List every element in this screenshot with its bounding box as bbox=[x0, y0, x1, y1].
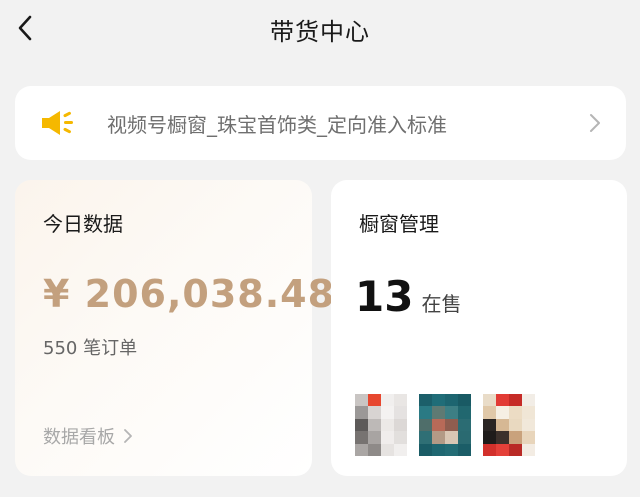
window-management-card[interactable]: 橱窗管理 13 在售 bbox=[331, 180, 627, 476]
notice-text: 视频号橱窗_珠宝首饰类_定向准入标准 bbox=[107, 113, 447, 137]
dashboard-link-label: 数据看板 bbox=[43, 427, 115, 448]
page: 带货中心 视频号橱窗_珠宝首饰类_定向准入标准 今日数据 ¥ 206,038.4… bbox=[0, 0, 640, 497]
top-bar: 带货中心 bbox=[0, 0, 640, 58]
product-thumbnail-3[interactable] bbox=[483, 394, 535, 456]
notice-banner[interactable]: 视频号橱窗_珠宝首饰类_定向准入标准 bbox=[15, 86, 626, 160]
dashboard-link[interactable]: 数据看板 bbox=[43, 423, 133, 449]
today-data-card[interactable]: 今日数据 ¥ 206,038.48 550 笔订单 数据看板 bbox=[15, 180, 334, 476]
chevron-right-icon bbox=[124, 429, 132, 443]
order-count: 550 笔订单 bbox=[43, 338, 138, 359]
product-thumbnail-2[interactable] bbox=[419, 394, 471, 456]
on-sale-number: 13 bbox=[355, 272, 414, 321]
product-thumbnail-1[interactable] bbox=[355, 394, 407, 456]
product-thumbnails bbox=[355, 394, 535, 456]
chevron-right-icon bbox=[590, 114, 600, 132]
page-title: 带货中心 bbox=[270, 18, 370, 46]
on-sale-count: 13 在售 bbox=[355, 272, 461, 321]
sales-amount: ¥ 206,038.48 bbox=[43, 272, 336, 316]
on-sale-label: 在售 bbox=[421, 292, 462, 316]
speaker-icon bbox=[42, 111, 73, 135]
window-management-title: 橱窗管理 bbox=[359, 212, 439, 236]
today-data-title: 今日数据 bbox=[43, 212, 123, 236]
